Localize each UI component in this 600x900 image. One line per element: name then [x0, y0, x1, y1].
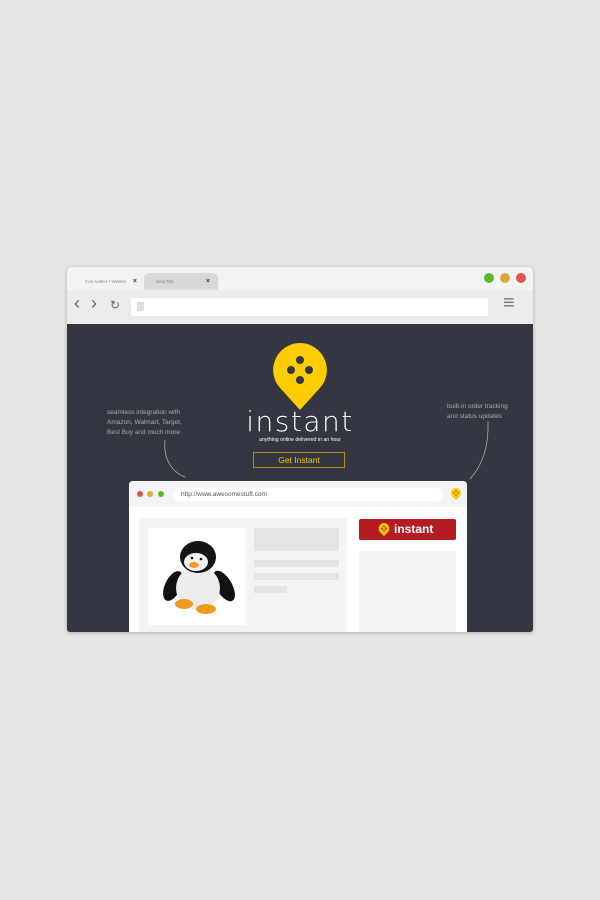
back-icon[interactable]: ‹	[74, 293, 80, 314]
text-placeholder	[254, 586, 287, 593]
maximize-dot	[158, 491, 164, 497]
get-instant-button[interactable]: Get Instant	[253, 452, 345, 468]
address-bar[interactable]	[131, 298, 488, 316]
instant-extension-icon[interactable]	[450, 487, 462, 501]
tab-cos-author[interactable]: Cos Author • WebKit ×	[73, 273, 145, 290]
demo-browser: http://www.awesomestuff.com instant	[129, 481, 467, 632]
forward-icon[interactable]: ›	[91, 293, 97, 314]
tab-label: New Tab	[156, 279, 174, 284]
page-icon	[137, 302, 144, 311]
reload-icon[interactable]: ↻	[110, 298, 120, 312]
toolbar: ‹ › ↻ ≡	[67, 290, 533, 324]
close-icon[interactable]: ×	[206, 273, 210, 290]
browser-window: Cos Author • WebKit × New Tab × ‹ › ↻ ≡ se…	[67, 267, 533, 632]
sidebar-placeholder	[359, 551, 456, 632]
minimize-button[interactable]	[500, 273, 510, 283]
close-icon[interactable]: ×	[133, 273, 137, 290]
tab-new-tab[interactable]: New Tab ×	[144, 273, 218, 290]
close-window-button[interactable]	[516, 273, 526, 283]
menu-icon[interactable]: ≡	[503, 292, 515, 315]
demo-url-bar[interactable]: http://www.awesomestuff.com	[173, 488, 443, 501]
text-placeholder	[254, 560, 339, 567]
instant-button-label: instant	[394, 522, 434, 536]
left-connector-line	[164, 439, 186, 478]
minimize-dot	[147, 491, 153, 497]
tab-label: Cos Author • WebKit	[85, 279, 126, 284]
pin-logo-icon	[378, 523, 390, 536]
product-card	[139, 518, 347, 632]
penguin-product-image[interactable]	[148, 528, 245, 625]
hero-section: seamless integration with Amazon, Walmart…	[67, 324, 533, 632]
demo-browser-header: http://www.awesomestuff.com	[129, 481, 467, 507]
tab-bar: Cos Author • WebKit × New Tab ×	[67, 267, 533, 290]
instant-buy-button[interactable]: instant	[359, 519, 456, 540]
title-placeholder	[254, 528, 339, 551]
maximize-button[interactable]	[484, 273, 494, 283]
brand-name: instant	[246, 405, 354, 438]
close-dot	[137, 491, 143, 497]
tagline: anything online delivered in an hour	[259, 437, 341, 443]
text-placeholder	[254, 573, 339, 580]
